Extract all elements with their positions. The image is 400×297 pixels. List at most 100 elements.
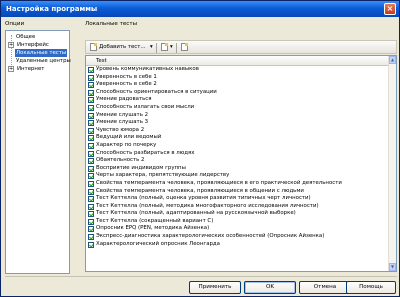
list-item[interactable]: Характер по почерку [86, 142, 390, 150]
list-item[interactable]: Тест Кеттелла (полный, методика многофак… [86, 203, 390, 211]
list-item-label: Тест Кеттелла (полный, оценка уровня раз… [96, 195, 311, 202]
add-test-label: Добавить тест... [99, 44, 146, 50]
scroll-down-icon[interactable]: ▼ [389, 263, 396, 271]
checkbox-checked-icon[interactable] [88, 203, 94, 210]
list-item[interactable]: Способность разбираться в людях [86, 150, 390, 158]
list-item-label: Способность разбираться в людях [96, 149, 195, 156]
scroll-up-icon[interactable]: ▲ [389, 56, 396, 64]
footer-divider [5, 276, 397, 277]
list-item[interactable]: Характерологический опросник Леонгарда [86, 241, 390, 249]
list-item[interactable]: Умение радоваться [86, 96, 390, 104]
expand-icon[interactable]: + [8, 65, 14, 72]
checkbox-checked-icon[interactable] [88, 188, 94, 195]
checkbox-checked-icon[interactable] [88, 127, 94, 134]
list-item[interactable]: Обаятельность 2 [86, 157, 390, 165]
section-title: Локальные тесты [85, 21, 138, 27]
checkbox-checked-icon[interactable] [88, 158, 94, 165]
checkbox-checked-icon[interactable] [88, 241, 94, 248]
tree-item-label: Интернет [17, 66, 45, 72]
checkbox-checked-icon[interactable] [88, 196, 94, 203]
list-item-label: Тест Кеттелла (полный, методика многофак… [96, 202, 319, 209]
list-item-label: Уровень коммуникативных навыков [96, 66, 199, 72]
list-item-label: Черты характера, препятствующие лидерств… [96, 172, 230, 179]
checkbox-checked-icon[interactable] [88, 150, 94, 157]
list-item[interactable]: Черты характера, препятствующие лидерств… [86, 172, 390, 180]
test-properties-button[interactable] [179, 42, 192, 53]
list-item-label: Обаятельность 2 [96, 157, 145, 164]
checkbox-checked-icon[interactable] [88, 180, 94, 187]
checkbox-checked-icon[interactable] [88, 89, 94, 96]
tree-item-general[interactable]: Общее [15, 33, 36, 41]
cancel-button[interactable]: Отмена [299, 281, 351, 294]
properties-icon [181, 42, 188, 51]
list-item-label: Свойства темперамента человека, проявляю… [96, 179, 342, 186]
list-item-label: Умение слушать 2 [96, 111, 149, 118]
edit-test-dropdown[interactable]: ▾ [168, 42, 175, 53]
list-item[interactable]: Восприятие индивидом группы [86, 165, 390, 173]
list-item[interactable]: Уверенность в себе 1 [86, 74, 390, 82]
checkbox-checked-icon[interactable] [88, 74, 94, 81]
list-item[interactable]: Свойства темперамента человека, проявляю… [86, 188, 390, 196]
list-item-label: Опросник EPQ (PEN, методика Айзенка) [96, 225, 210, 232]
list-item[interactable]: Тест Кеттелла (полный, адаптированный на… [86, 210, 390, 218]
checkbox-checked-icon[interactable] [88, 112, 94, 119]
checkbox-checked-icon[interactable] [88, 226, 94, 233]
list-item[interactable]: Опросник EPQ (PEN, методика Айзенка) [86, 225, 390, 233]
toolbar-divider [156, 43, 157, 53]
list-item[interactable]: Уровень коммуникативных навыков [86, 66, 390, 74]
list-item[interactable]: Тест Кеттелла (сокращенный вариант C) [86, 218, 390, 226]
checkbox-checked-icon[interactable] [88, 120, 94, 127]
column-header-test[interactable]: Test [86, 56, 390, 66]
list-item-label: Способность ориентироваться в ситуации [96, 88, 217, 95]
list-item[interactable]: Свойства темперамента человека, проявляю… [86, 180, 390, 188]
checkbox-checked-icon[interactable] [88, 211, 94, 218]
toolbar-divider [176, 43, 177, 53]
list-item-label: Тест Кеттелла (сокращенный вариант C) [96, 217, 214, 224]
checkbox-checked-icon[interactable] [88, 165, 94, 172]
help-button[interactable]: Помощь [346, 281, 396, 294]
list-item[interactable]: Умение слушать 3 [86, 119, 390, 127]
close-icon: × [386, 4, 394, 13]
apply-button[interactable]: Применить [189, 281, 241, 294]
tests-toolbar: Добавить тест... ▾ ▾ [85, 40, 397, 54]
list-item[interactable]: Умение слушать 2 [86, 112, 390, 120]
list-item-label: Ведущий или ведомый [96, 134, 162, 141]
vertical-scrollbar[interactable]: ▲ ▼ [388, 56, 396, 271]
list-item-label: Умение слушать 3 [96, 119, 149, 126]
tree-item-internet[interactable]: + Интернет [8, 65, 45, 73]
list-item[interactable]: Уверенность в себе 2 [86, 81, 390, 89]
checkbox-checked-icon[interactable] [88, 173, 94, 180]
list-item[interactable]: Тест Кеттелла (полный, оценка уровня раз… [86, 195, 390, 203]
checkbox-checked-icon[interactable] [88, 97, 94, 104]
tree-item-label: Удаленные центры [16, 58, 71, 64]
tree-item-local-tests[interactable]: Локальные тесты [15, 49, 68, 57]
list-item[interactable]: Чувство юмора 2 [86, 127, 390, 135]
checkbox-checked-icon[interactable] [88, 82, 94, 89]
tree-item-remote-centers[interactable]: Удаленные центры [15, 57, 72, 65]
add-test-button[interactable]: Добавить тест... [88, 42, 148, 53]
tree-item-interface[interactable]: + Интерфейс [8, 41, 50, 49]
checkbox-checked-icon[interactable] [88, 234, 94, 241]
list-item-label: Способность излагать свои мысли [96, 103, 195, 110]
expand-icon[interactable]: + [8, 41, 14, 48]
checkbox-checked-icon[interactable] [88, 135, 94, 142]
list-item[interactable]: Ведущий или ведомый [86, 134, 390, 142]
tree-item-label: Локальные тесты [15, 49, 68, 57]
close-button[interactable]: × [384, 3, 396, 15]
add-test-dropdown[interactable]: ▾ [148, 42, 155, 53]
checkbox-checked-icon[interactable] [88, 104, 94, 111]
list-item[interactable]: Способность ориентироваться в ситуации [86, 89, 390, 97]
list-item-label: Свойства темперамента человека, проявляю… [96, 187, 304, 194]
ok-button[interactable]: OK [244, 281, 296, 294]
list-item[interactable]: Способность излагать свои мысли [86, 104, 390, 112]
checkbox-checked-icon[interactable] [88, 218, 94, 225]
document-icon [161, 42, 168, 51]
checkbox-checked-icon[interactable] [88, 142, 94, 149]
list-item-label: Уверенность в себе 2 [96, 81, 157, 88]
list-item-label: Уверенность в себе 1 [96, 73, 157, 80]
tests-list: Test Уровень коммуникативных навыков Увер… [85, 55, 397, 272]
list-item[interactable]: Экспресс-диагностика характерологических… [86, 233, 390, 241]
list-item-label: Чувство юмора 2 [96, 126, 145, 133]
list-item-label: Тест Кеттелла (полный, адаптированный на… [96, 210, 296, 217]
checkbox-checked-icon[interactable] [88, 67, 94, 73]
